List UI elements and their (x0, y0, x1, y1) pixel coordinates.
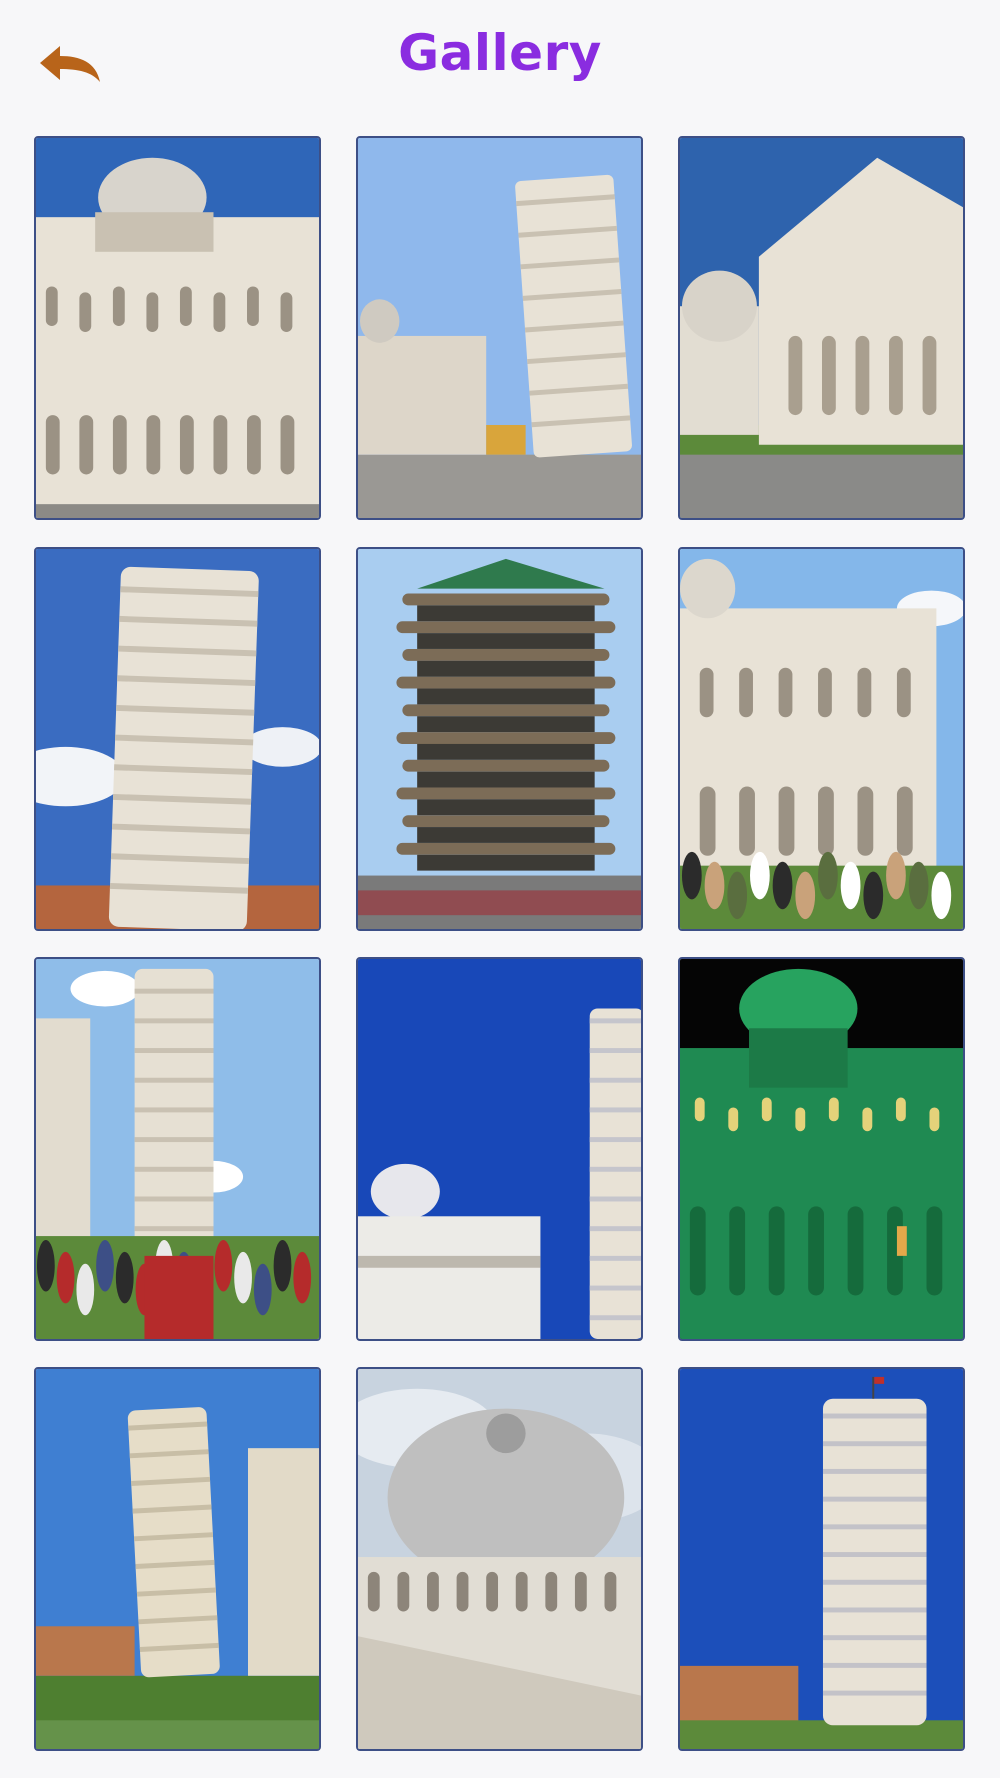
gallery-photo-leaning-tower-plaza[interactable] (356, 136, 643, 520)
gallery-photo-tower-and-dome-blue-sky[interactable] (356, 957, 643, 1341)
gallery-photo-cathedral-facade-baptistery[interactable] (678, 136, 965, 520)
photo-image (36, 959, 319, 1339)
photo-image (358, 138, 641, 518)
photo-image (36, 549, 319, 929)
photo-image (680, 549, 963, 929)
photo-image (358, 549, 641, 929)
gallery-photo-cathedral-with-crowd[interactable] (678, 547, 965, 931)
photo-grid (0, 0, 1000, 1778)
gallery-photo-dome-cloudy-sky[interactable] (356, 1367, 643, 1751)
photo-image (36, 138, 319, 518)
photo-image (358, 1369, 641, 1749)
gallery-photo-tower-and-tourists[interactable] (34, 957, 321, 1341)
gallery-photo-leaning-tower-low-angle[interactable] (34, 547, 321, 931)
gallery-photo-tower-deep-blue-sky[interactable] (678, 1367, 965, 1751)
photo-image (358, 959, 641, 1339)
gallery-photo-cathedral-dome[interactable] (34, 136, 321, 520)
photo-image (680, 959, 963, 1339)
photo-image (680, 138, 963, 518)
photo-image (36, 1369, 319, 1749)
photo-image (680, 1369, 963, 1749)
gallery-photo-tower-and-cathedral-lawn[interactable] (34, 1367, 321, 1751)
gallery-photo-leaning-tower-replica[interactable] (356, 547, 643, 931)
gallery-photo-cathedral-night-green[interactable] (678, 957, 965, 1341)
